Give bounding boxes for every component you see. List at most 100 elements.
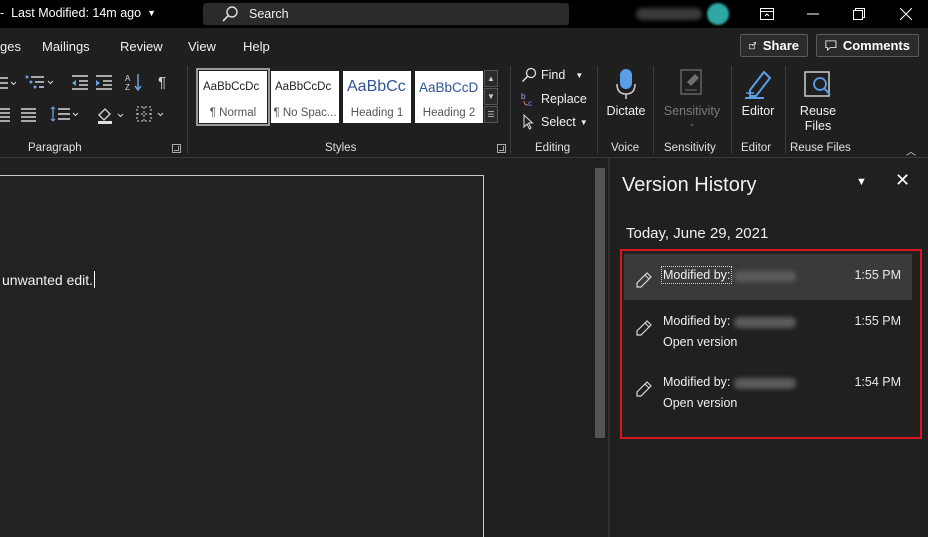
close-pane-icon[interactable]: ✕ (895, 170, 910, 191)
styles-dialog-launcher-icon[interactable] (497, 144, 506, 153)
document-page[interactable] (0, 175, 484, 537)
styles-gallery: AaBbCcDc ¶ Normal AaBbCcDc ¶ No Spac... … (195, 68, 483, 126)
last-modified-label: Last Modified: 14m ago (11, 6, 142, 20)
find-label: Find (541, 68, 566, 82)
distributed-icon[interactable] (20, 106, 40, 122)
comment-icon (825, 40, 837, 52)
document-text[interactable]: unwanted edit. (2, 271, 96, 288)
ribbon-display-options-icon[interactable] (756, 4, 778, 24)
text-cursor (94, 271, 96, 288)
style-no-spacing[interactable]: AaBbCcDc ¶ No Spac... (271, 71, 339, 123)
reuse-label-line2: Files (804, 119, 832, 133)
tab-view[interactable]: View (188, 39, 216, 54)
sensitivity-button[interactable]: Sensitivity ⌄ (660, 66, 724, 129)
style-name: ¶ Normal (209, 107, 257, 119)
group-divider (785, 66, 786, 154)
select-button[interactable]: Select ▼ (521, 114, 588, 130)
comments-label: Comments (842, 38, 910, 53)
chevron-down-icon: ▼ (147, 8, 156, 18)
microphone-icon (616, 69, 636, 99)
share-icon (749, 42, 757, 50)
voice-group-label: Voice (611, 142, 640, 154)
user-name-blurred[interactable] (636, 8, 702, 20)
select-cursor-icon (523, 114, 534, 130)
search-icon (222, 6, 238, 22)
reuse-files-group-label: Reuse Files (790, 142, 851, 154)
sensitivity-group-label: Sensitivity (664, 142, 716, 154)
paragraph-dialog-launcher-icon[interactable] (172, 144, 181, 153)
styles-group-label: Styles (325, 142, 357, 154)
editor-pen-icon (745, 70, 772, 99)
svg-text:Z: Z (125, 83, 130, 91)
editor-button[interactable]: Editor (737, 66, 779, 119)
replace-button[interactable]: bc Replace (521, 91, 587, 107)
minimize-icon[interactable] (802, 4, 824, 24)
style-name: Heading 2 (422, 107, 476, 119)
tab-review[interactable]: Review (120, 39, 163, 54)
close-window-icon[interactable] (895, 4, 917, 24)
version-history-title: Version History (622, 174, 757, 196)
sensitivity-icon (680, 69, 702, 95)
show-formatting-marks-icon[interactable]: ¶ (158, 74, 178, 91)
gallery-scroll-down-icon[interactable]: ▼ (484, 88, 498, 105)
style-sample: AaBbCc (347, 78, 406, 95)
find-icon (521, 67, 537, 83)
search-input[interactable]: Search (203, 3, 569, 25)
line-spacing-icon[interactable] (50, 106, 82, 122)
increase-indent-icon[interactable] (94, 74, 114, 90)
chevron-down-icon: ⌄ (688, 119, 696, 128)
version-date-heading: Today, June 29, 2021 (626, 225, 769, 242)
reuse-files-button[interactable]: Reuse Files (796, 66, 840, 134)
group-divider (653, 66, 654, 154)
tab-help[interactable]: Help (243, 39, 270, 54)
collapse-ribbon-icon[interactable]: ︿ (906, 143, 916, 158)
comments-button[interactable]: Comments (816, 34, 919, 57)
sensitivity-label: Sensitivity (663, 104, 721, 118)
gallery-more-icon[interactable]: ☰ (484, 106, 498, 123)
style-heading-1[interactable]: AaBbCc Heading 1 (343, 71, 411, 123)
dictate-button[interactable]: Dictate (605, 66, 647, 119)
gallery-scroll-up-icon[interactable]: ▲ (484, 70, 498, 87)
style-heading-2[interactable]: AaBbCcD Heading 2 (415, 71, 483, 123)
highlight-box (620, 249, 922, 439)
style-name: Heading 1 (350, 107, 404, 119)
editor-group-label: Editor (741, 142, 772, 154)
decrease-indent-icon[interactable] (70, 74, 90, 90)
style-sample: AaBbCcDc (203, 81, 260, 93)
svg-text:A: A (125, 74, 131, 83)
scrollbar-thumb[interactable] (595, 168, 605, 438)
justify-icon[interactable] (0, 106, 14, 122)
sort-icon[interactable]: AZ (124, 73, 144, 92)
pane-options-chevron-icon[interactable]: ▼ (856, 176, 867, 188)
select-label: Select (541, 115, 576, 129)
svg-text:c: c (528, 99, 532, 107)
find-button[interactable]: Find ▼ (521, 67, 583, 83)
reuse-files-icon (804, 71, 831, 97)
paragraph-group-label: Paragraph (28, 142, 82, 154)
title-bar: - Last Modified: 14m ago ▼ Search (0, 0, 928, 28)
style-normal[interactable]: AaBbCcDc ¶ Normal (196, 68, 270, 126)
bullets-icon[interactable] (0, 74, 20, 90)
editing-group-label: Editing (535, 142, 571, 154)
share-label: Share (762, 38, 799, 53)
ribbon-tabs: ges Mailings Review View Help Share Comm… (0, 28, 928, 62)
chevron-down-icon: ▼ (575, 70, 584, 80)
shading-icon[interactable] (96, 106, 128, 124)
restore-icon[interactable] (848, 4, 870, 24)
reuse-label-line1: Reuse (799, 104, 837, 118)
chevron-down-icon: ▼ (579, 117, 588, 127)
search-placeholder: Search (249, 7, 289, 21)
share-button[interactable]: Share (740, 34, 808, 57)
editor-label: Editor (741, 104, 775, 118)
tab-mailings[interactable]: Mailings (42, 39, 90, 54)
avatar[interactable] (707, 3, 729, 25)
group-divider (510, 66, 511, 154)
group-divider (731, 66, 732, 154)
group-divider (597, 66, 598, 154)
borders-icon[interactable] (136, 106, 168, 122)
style-sample: AaBbCcD (419, 80, 479, 95)
last-modified-menu[interactable]: - Last Modified: 14m ago ▼ (0, 6, 156, 20)
tab-references[interactable]: ges (0, 39, 21, 54)
replace-label: Replace (541, 92, 587, 106)
multilevel-list-icon[interactable] (24, 74, 56, 90)
